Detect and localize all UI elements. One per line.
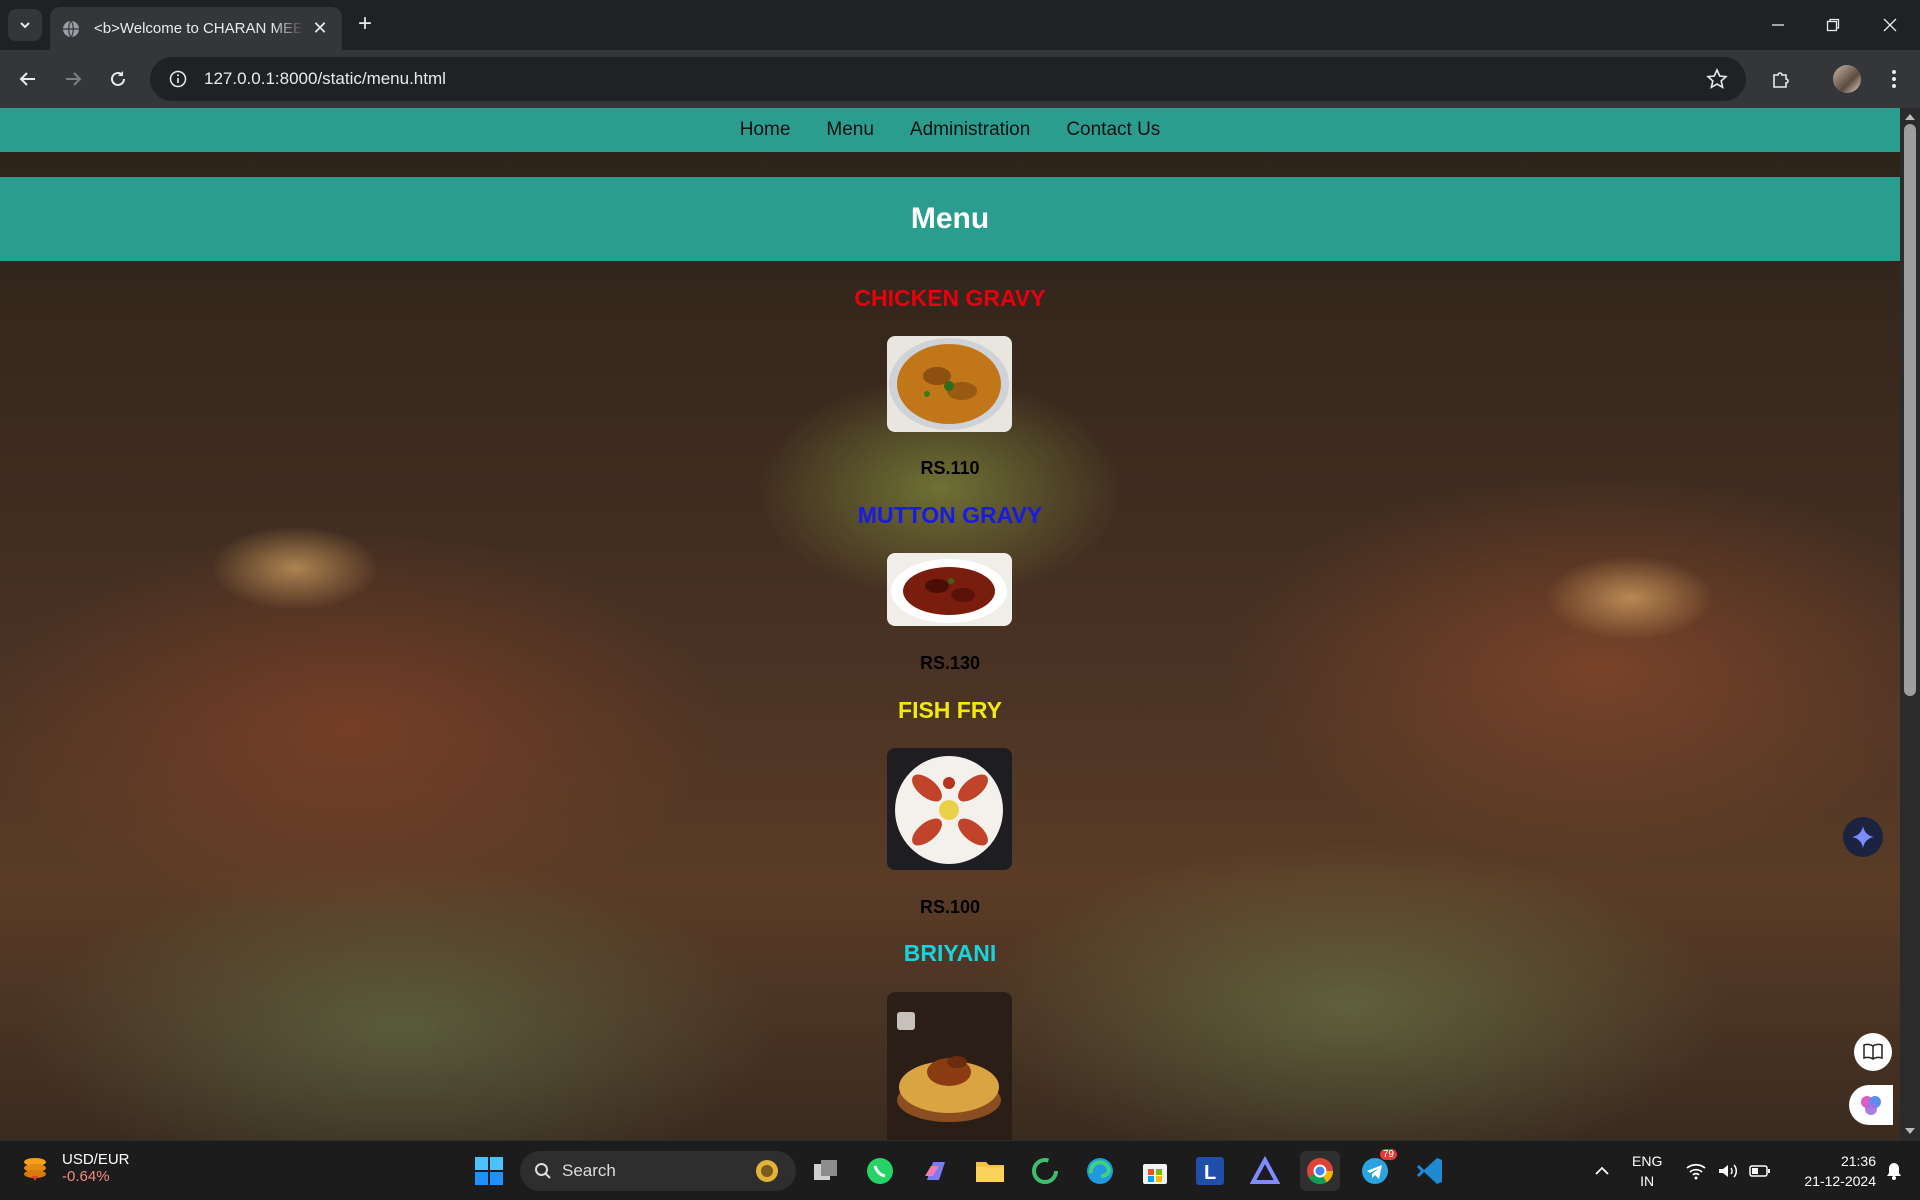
book-icon [1863, 1043, 1883, 1060]
globe-icon [63, 20, 79, 37]
item-name-fish-fry: FISH FRY [898, 697, 1002, 723]
arc-app-icon[interactable] [1245, 1151, 1285, 1191]
language-indicator[interactable]: ENG IN [1632, 1151, 1662, 1191]
item-price-fish-fry: RS.100 [919, 897, 981, 917]
edge-icon[interactable] [1080, 1151, 1120, 1191]
telegram-icon[interactable]: 79 [1355, 1149, 1397, 1191]
l-app-icon[interactable]: L [1190, 1151, 1230, 1191]
language-code: ENG [1632, 1153, 1663, 1169]
reading-mode-button[interactable] [1854, 1033, 1892, 1071]
arrow-left-icon [19, 72, 35, 86]
reload-icon [111, 71, 125, 86]
nav-menu[interactable]: Menu [826, 119, 874, 141]
bookmark-star-icon[interactable] [1706, 68, 1728, 90]
top-navigation: Home Menu Administration Contact Us [0, 108, 1900, 152]
scroll-up-arrow[interactable] [1905, 114, 1915, 120]
address-bar[interactable]: 127.0.0.1:8000/static/menu.html [150, 57, 1746, 101]
scrollbar-thumb[interactable] [1904, 124, 1916, 696]
search-placeholder: Search [562, 1161, 616, 1180]
back-button[interactable] [11, 62, 45, 96]
clock-date: 21-12-2024 [1804, 1173, 1876, 1189]
nav-administration[interactable]: Administration [910, 119, 1030, 141]
browser-tab-active[interactable]: <b>Welcome to CHARAN MEE ✕ [50, 7, 342, 50]
vscode-icon[interactable] [1410, 1151, 1450, 1191]
close-window-button[interactable] [1870, 10, 1910, 40]
tab-close-icon[interactable]: ✕ [310, 18, 330, 39]
page-viewport: Home Menu Administration Contact Us Menu… [0, 108, 1920, 1140]
page-scrollbar[interactable] [1900, 108, 1920, 1140]
stock-widget[interactable]: USD/EUR -0.64% [20, 1151, 130, 1185]
svg-text:L: L [1204, 1162, 1216, 1184]
puzzle-icon [1773, 72, 1789, 88]
chicken-gravy-image [887, 336, 1012, 432]
kebab-menu-icon [1892, 70, 1896, 88]
scroll-down-arrow[interactable] [1905, 1128, 1915, 1134]
chevron-down-icon [20, 22, 30, 29]
item-price-chicken-gravy: RS.110 [920, 458, 980, 478]
system-tray-icons[interactable] [1678, 1151, 1778, 1191]
close-icon [1883, 18, 1897, 32]
chevron-up-icon[interactable] [1582, 1151, 1622, 1191]
nav-contact-us[interactable]: Contact Us [1066, 119, 1160, 141]
windows-logo-icon [475, 1157, 503, 1185]
brain-icon [1861, 1096, 1881, 1115]
windows-taskbar: USD/EUR -0.64% Search L 79 ENG IN 21:36 … [0, 1140, 1920, 1200]
task-view-icon[interactable] [806, 1151, 846, 1191]
clock[interactable]: 21:36 21-12-2024 [1786, 1151, 1876, 1191]
volume-icon [1719, 1164, 1738, 1178]
browser-menu-button[interactable] [1877, 62, 1911, 96]
chrome-icon[interactable] [1300, 1151, 1340, 1191]
reload-button[interactable] [101, 62, 135, 96]
start-button[interactable] [469, 1151, 509, 1191]
arrow-right-icon [66, 72, 82, 86]
region-code: IN [1640, 1173, 1655, 1189]
item-name-mutton-gravy: MUTTON GRAVY [857, 502, 1043, 528]
page-title: Menu [910, 202, 990, 235]
briyani-image [887, 992, 1012, 1140]
item-price-mutton-gravy: RS.130 [919, 653, 981, 673]
notification-bell-icon[interactable] [1874, 1151, 1914, 1191]
sparkle-icon [1852, 826, 1874, 848]
battery-icon [1749, 1165, 1770, 1177]
widget-title: USD/EUR [62, 1151, 130, 1168]
mutton-gravy-image [887, 553, 1012, 626]
restore-button[interactable] [1813, 10, 1853, 40]
tab-title: <b>Welcome to CHARAN MEE [94, 20, 303, 37]
item-name-briyani: BRIYANI [903, 940, 997, 966]
taskbar-search[interactable]: Search [520, 1151, 796, 1191]
extensions-button[interactable] [1764, 62, 1798, 96]
telegram-badge: 79 [1379, 1149, 1397, 1160]
tab-search-button[interactable] [8, 9, 42, 41]
store-icon[interactable] [1135, 1151, 1175, 1191]
search-highlight-icon [756, 1160, 778, 1182]
restore-icon [1826, 18, 1840, 32]
new-tab-button[interactable]: + [352, 12, 378, 38]
search-icon [535, 1163, 551, 1179]
forward-button[interactable] [56, 62, 90, 96]
coins-icon [24, 1158, 46, 1181]
browser-tabstrip: <b>Welcome to CHARAN MEE ✕ + [0, 0, 1920, 50]
whatsapp-icon[interactable] [860, 1151, 900, 1191]
file-explorer-icon[interactable] [970, 1151, 1010, 1191]
minimize-icon [1772, 24, 1784, 26]
item-name-chicken-gravy: CHICKEN GRAVY [854, 285, 1046, 311]
url-text: 127.0.0.1:8000/static/menu.html [204, 69, 446, 88]
menu-header: Menu [0, 177, 1900, 261]
browser-toolbar: 127.0.0.1:8000/static/menu.html [0, 50, 1920, 108]
wifi-icon [1686, 1163, 1706, 1180]
refresh-app-icon[interactable] [1025, 1151, 1065, 1191]
profile-avatar[interactable] [1833, 65, 1861, 93]
ai-sparkle-button[interactable] [1843, 817, 1883, 857]
nav-home[interactable]: Home [740, 119, 791, 141]
clock-time: 21:36 [1840, 1153, 1876, 1169]
fish-fry-image [887, 748, 1012, 870]
copilot-icon[interactable] [916, 1151, 956, 1191]
widget-value: -0.64% [62, 1168, 110, 1185]
site-info-icon[interactable] [158, 57, 198, 101]
copilot-sidebar-button[interactable] [1849, 1085, 1893, 1125]
minimize-button[interactable] [1758, 10, 1798, 40]
